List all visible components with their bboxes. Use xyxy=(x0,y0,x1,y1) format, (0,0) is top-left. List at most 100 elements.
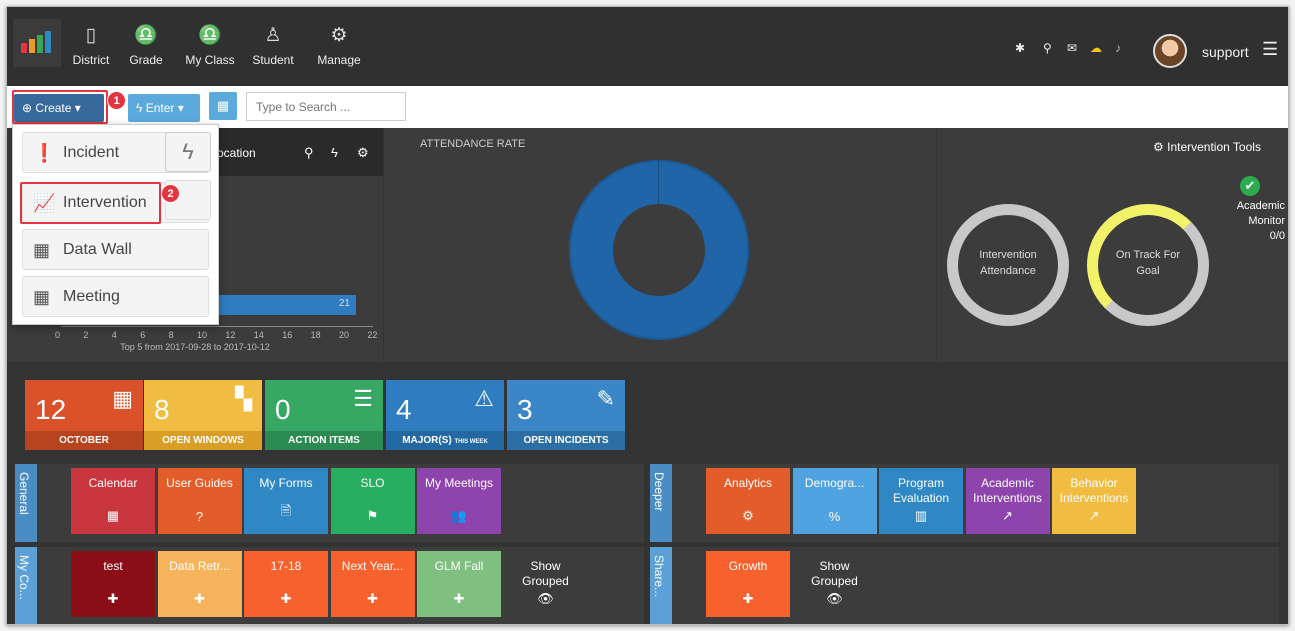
card-label: Next Year... xyxy=(341,559,404,573)
search-icon[interactable]: ⚲ xyxy=(304,145,314,161)
shortcut-card[interactable]: GLM Fall ✚ xyxy=(417,551,501,617)
gear-icon[interactable]: ⚙ xyxy=(357,145,369,161)
search-input[interactable] xyxy=(246,92,406,121)
shortcut-card[interactable]: Demogra...% xyxy=(792,468,877,534)
bolt-icon[interactable]: ϟ xyxy=(165,132,211,172)
intervention-attendance-ring: Intervention Attendance xyxy=(947,204,1069,326)
academic-monitor[interactable]: Academic Monitor 0/0 xyxy=(1217,199,1285,244)
users-icon: ♎ xyxy=(134,25,158,46)
menu-item-data-wall[interactable]: ▦ Data Wall xyxy=(22,229,209,270)
bolt-icon: ϟ xyxy=(136,101,143,115)
section-tab[interactable]: General xyxy=(15,464,37,542)
card-label: Analytics xyxy=(723,476,773,490)
tile-open-incidents[interactable]: 3 ✎ OPEN INCIDENTS xyxy=(507,380,625,450)
windows-icon: ▚ xyxy=(235,386,252,411)
flag-icon: ⚑ xyxy=(366,508,379,523)
puzzle-icon: ✚ xyxy=(453,591,465,606)
calendar-button[interactable]: ▦ xyxy=(209,92,237,120)
list-icon: ☰ xyxy=(353,386,373,411)
avatar[interactable] xyxy=(1153,34,1187,68)
calendar-icon: ▦ xyxy=(216,98,230,113)
show-grouped-button[interactable]: Show Grouped 👁 xyxy=(793,551,877,617)
menu-item-label: Data Wall xyxy=(63,241,132,258)
card-label: Growth xyxy=(728,559,768,573)
gear-icon: ⚙ xyxy=(1153,140,1164,154)
nav-student[interactable]: ♙ Student xyxy=(249,25,297,67)
nav-manage[interactable]: ⚙ Manage xyxy=(315,25,363,67)
hamburger-menu-icon[interactable]: ☰ xyxy=(1262,39,1278,60)
group-icon: 👥 xyxy=(450,508,468,523)
logo[interactable] xyxy=(13,19,61,67)
tile-number: 8 xyxy=(154,394,170,425)
tile-label: OPEN WINDOWS xyxy=(144,431,262,450)
shortcut-card[interactable]: Analytics ⚙ xyxy=(706,468,790,534)
card-label: Behavior Interventions xyxy=(1059,476,1129,505)
table-icon: ▦ xyxy=(33,240,51,260)
calendar-icon: ▦ xyxy=(33,287,51,307)
puzzle-icon: ✚ xyxy=(280,591,292,606)
x-tick-label: 8 xyxy=(168,330,174,340)
check-circle-icon: ✔ xyxy=(1240,176,1260,196)
widget-title: ocation xyxy=(217,146,256,160)
shortcut-card[interactable]: 17-18 ✚ xyxy=(244,551,328,617)
section-my-collections: My Co... test ✚ Data Retr... ✚ 17-18 ✚ Next Yea… xyxy=(15,547,644,624)
shortcut-card[interactable]: Data Retr... ✚ xyxy=(157,551,242,617)
eye-icon: 👁 xyxy=(826,591,843,606)
nav-label: Student xyxy=(252,53,294,67)
percent-icon: % xyxy=(828,509,841,524)
shortcut-card[interactable]: Academic Interventions ↗ xyxy=(965,468,1050,534)
tile-label: OCTOBER xyxy=(25,431,143,450)
section-tab[interactable]: Share... xyxy=(650,547,672,624)
section-general: General Calendar ▦ User Guides? My Forms 🗎 SLO… xyxy=(15,464,644,542)
menu-item-meeting[interactable]: ▦ Meeting xyxy=(22,276,209,317)
puzzle-icon: ✚ xyxy=(742,591,754,606)
shortcut-card[interactable]: My Forms 🗎 xyxy=(244,468,328,534)
card-label: SLO xyxy=(360,476,385,490)
x-tick-label: 20 xyxy=(339,330,350,340)
intervention-tools-header[interactable]: ⚙ Intervention Tools xyxy=(1153,140,1261,154)
bolt-icon[interactable]: ϟ xyxy=(331,145,338,160)
nav-grade[interactable]: ♎ Grade xyxy=(125,25,167,67)
puzzle-icon: ✚ xyxy=(107,591,119,606)
shortcut-card[interactable]: User Guides? xyxy=(157,468,242,534)
show-grouped-label: Show Grouped xyxy=(522,559,569,588)
show-grouped-label: Show Grouped xyxy=(811,559,858,588)
nav-district[interactable]: ▯ District xyxy=(71,25,111,67)
app-window: ▯ District ♎ Grade ♎ My Class ♙ Student … xyxy=(6,6,1289,625)
username[interactable]: support xyxy=(1202,44,1249,60)
nav-my-class[interactable]: ♎ My Class xyxy=(183,25,237,67)
section-shared: Share... Growth ✚ Show Grouped 👁 xyxy=(650,547,1279,624)
shortcut-card[interactable]: Behavior Interventions ↗ xyxy=(1052,468,1136,534)
tile-label: ACTION ITEMS xyxy=(265,431,383,450)
menu-item-label: Incident xyxy=(63,144,120,161)
academic-monitor-count: 0/0 xyxy=(1269,230,1285,242)
card-label: Demogra... xyxy=(804,476,865,490)
tile-open-windows[interactable]: 8 ▚ OPEN WINDOWS xyxy=(144,380,262,450)
show-grouped-button[interactable]: Show Grouped 👁 xyxy=(504,551,588,617)
eye-icon: 👁 xyxy=(537,591,554,606)
search-icon[interactable]: ⚲ xyxy=(1043,41,1052,55)
bug-icon[interactable]: ✱ xyxy=(1015,41,1025,55)
shortcut-card[interactable]: Calendar ▦ xyxy=(71,468,155,534)
shortcut-card[interactable]: Program Evaluation ▥ xyxy=(879,468,963,534)
tile-majors[interactable]: 4 ⚠ MAJOR(S) THIS WEEK xyxy=(386,380,504,450)
mail-icon[interactable]: ✉ xyxy=(1067,41,1077,55)
question-icon: ? xyxy=(195,509,204,524)
enter-button[interactable]: ϟ Enter ▾ xyxy=(128,94,200,122)
puzzle-icon: ✚ xyxy=(367,591,378,606)
cloud-upload-icon[interactable]: ☁ xyxy=(1090,41,1102,55)
x-tick-label: 10 xyxy=(197,330,208,340)
shortcut-card[interactable]: Growth ✚ xyxy=(706,551,790,617)
tile-action-items[interactable]: 0 ☰ ACTION ITEMS xyxy=(265,380,383,450)
tile-october[interactable]: 12 ▦ OCTOBER xyxy=(25,380,143,450)
x-tick-label: 16 xyxy=(282,330,293,340)
section-tab[interactable]: My Co... xyxy=(15,547,37,624)
shortcut-card[interactable]: My Meetings 👥 xyxy=(417,468,501,534)
shortcut-card[interactable]: test ✚ xyxy=(71,551,155,617)
shortcut-card[interactable]: SLO ⚑ xyxy=(330,468,415,534)
puzzle-icon: ✚ xyxy=(194,591,205,606)
bell-icon[interactable]: ♪ xyxy=(1115,41,1121,55)
x-tick-label: 6 xyxy=(140,330,146,340)
shortcut-card[interactable]: Next Year... ✚ xyxy=(330,551,415,617)
section-tab[interactable]: Deeper xyxy=(650,464,672,542)
